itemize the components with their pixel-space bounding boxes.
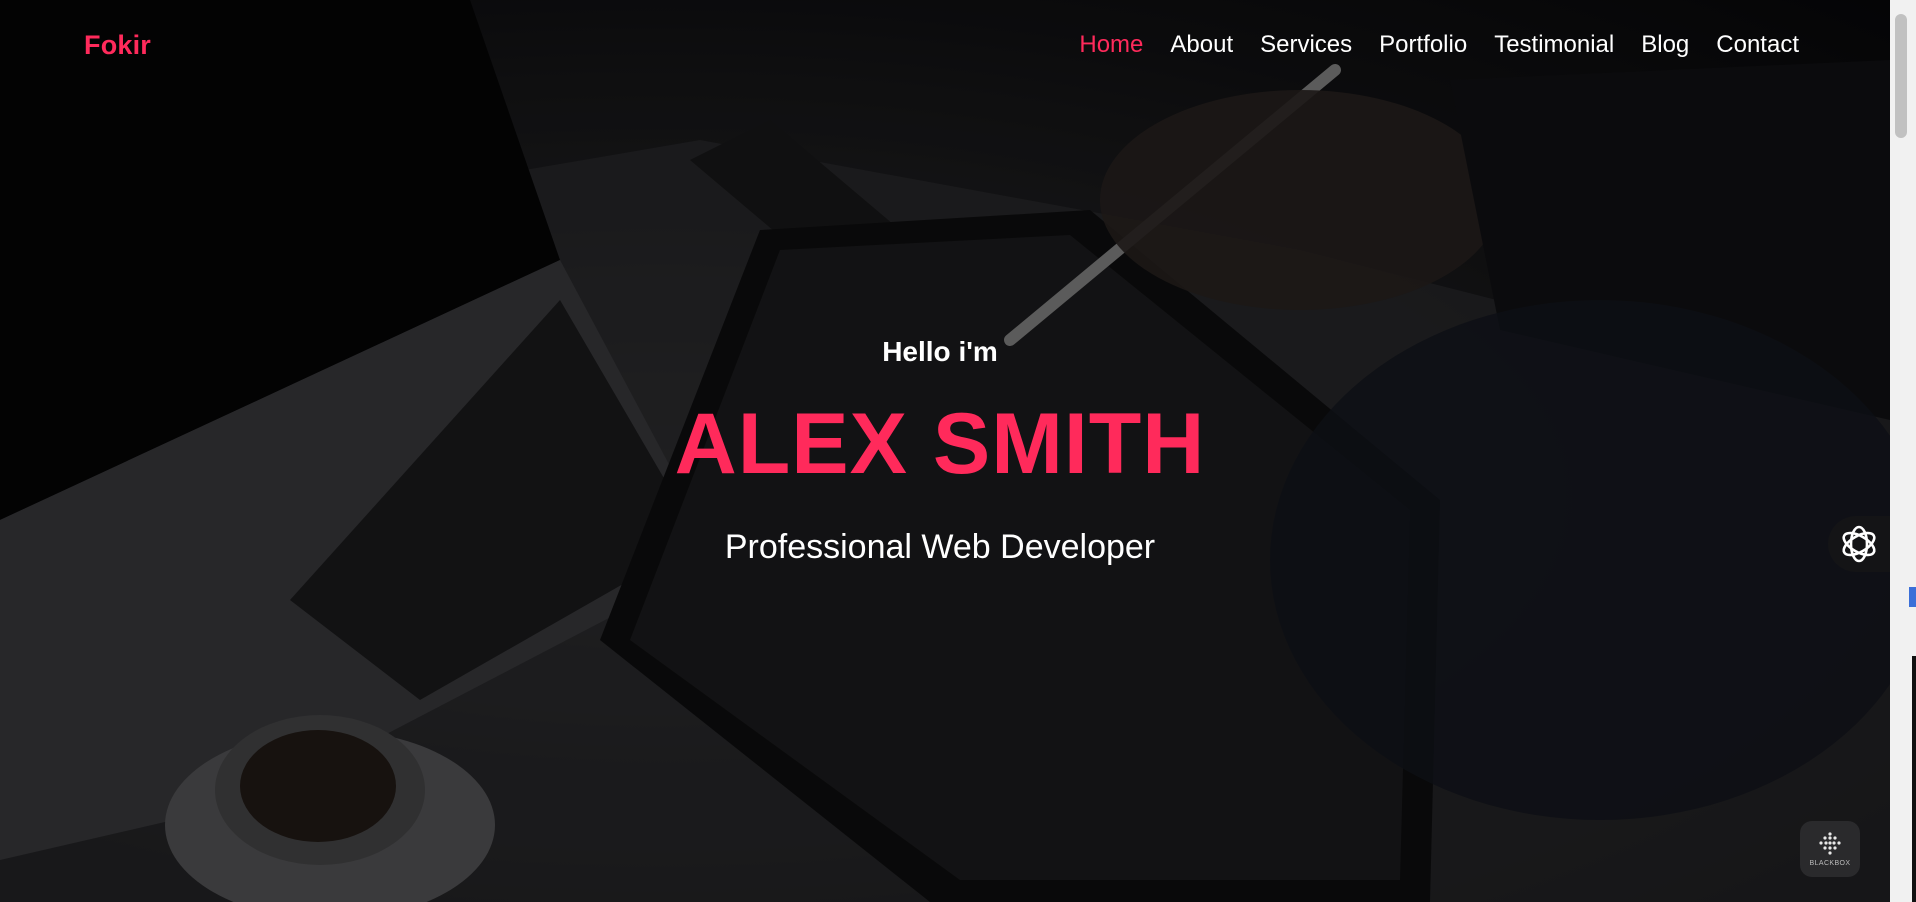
nav-item-about[interactable]: About [1170,28,1233,62]
hero-name: ALEX SMITH [674,396,1206,492]
scrollbar-thumb[interactable] [1895,14,1907,138]
ai-assistant-widget[interactable] [1828,516,1890,572]
blackbox-widget[interactable]: BLACKBOX [1800,821,1860,877]
openai-knot-icon [1842,525,1876,563]
nav-item-testimonial[interactable]: Testimonial [1494,28,1614,62]
main-navigation: Home About Services Portfolio Testimonia… [1052,28,1799,62]
hero-greeting: Hello i'm [882,336,998,367]
side-panel-edge [1912,656,1916,902]
nav-item-home[interactable]: Home [1079,28,1143,62]
side-panel-marker [1909,587,1916,607]
nav-item-services[interactable]: Services [1260,28,1352,62]
hero-role: Professional Web Developer [724,528,1156,566]
nav-item-portfolio[interactable]: Portfolio [1379,28,1467,62]
blackbox-label: BLACKBOX [1809,860,1851,867]
site-logo[interactable]: Fokir [84,30,151,61]
nav-item-blog[interactable]: Blog [1641,28,1689,62]
blackbox-dots-icon [1819,832,1841,855]
nav-item-contact[interactable]: Contact [1716,28,1799,62]
